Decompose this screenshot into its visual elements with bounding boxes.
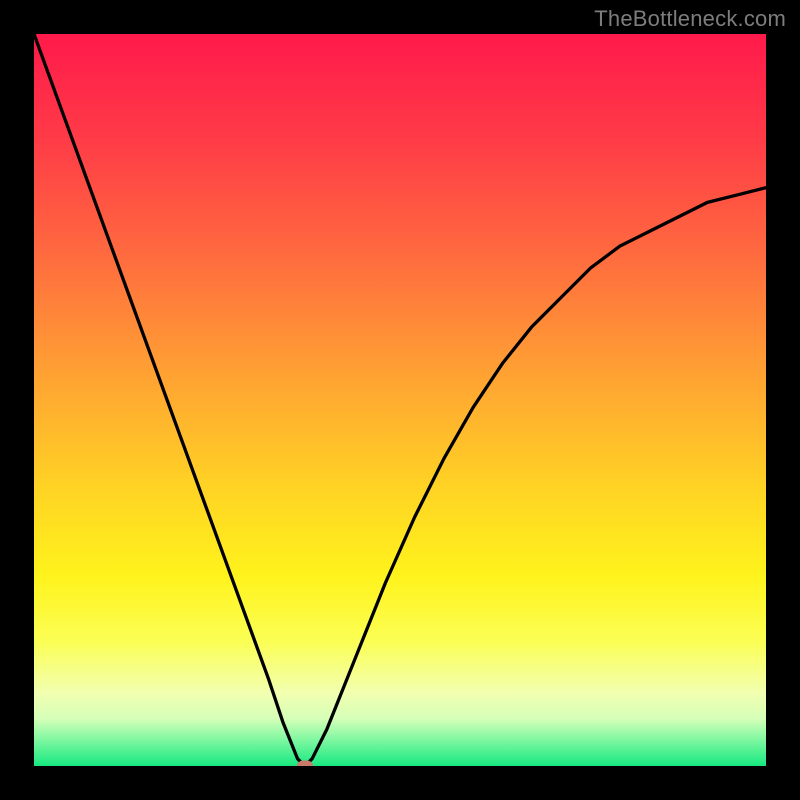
bottleneck-curve bbox=[34, 34, 766, 766]
watermark-text: TheBottleneck.com bbox=[594, 6, 786, 32]
plot-area bbox=[34, 34, 766, 766]
optimal-point-marker bbox=[297, 761, 313, 767]
chart-frame: TheBottleneck.com bbox=[0, 0, 800, 800]
